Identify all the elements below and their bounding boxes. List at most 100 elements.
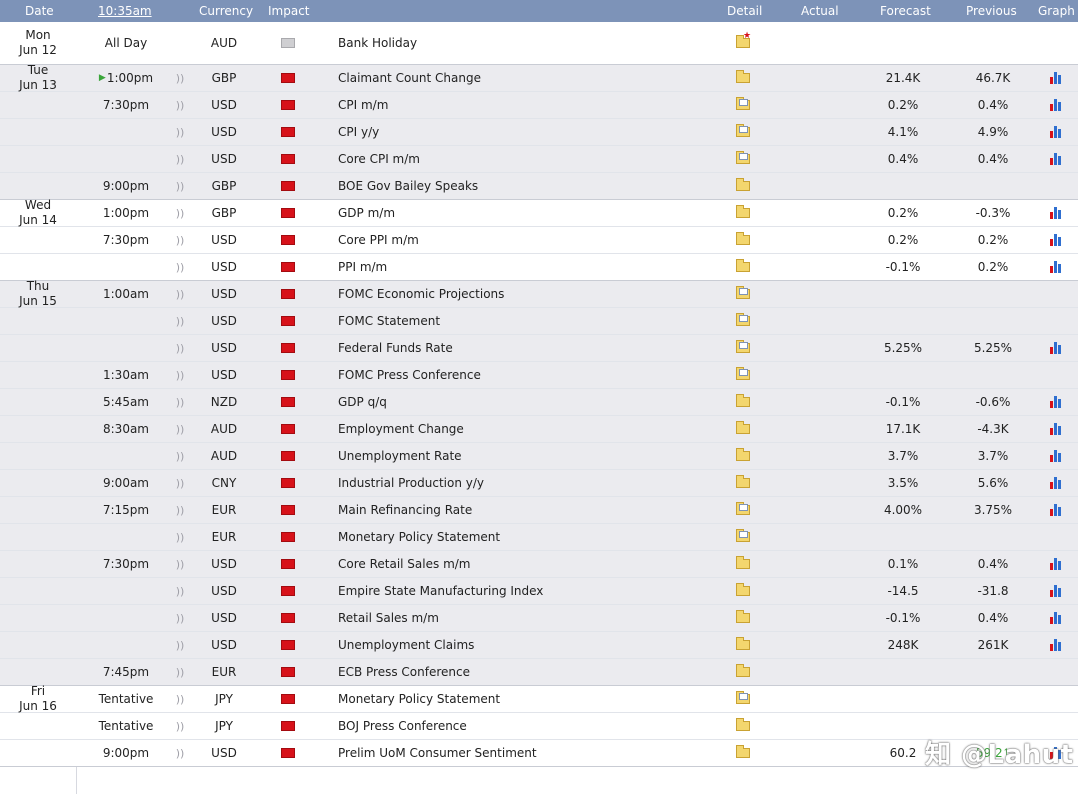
detail-folder-icon[interactable] — [736, 178, 750, 191]
detail-cell[interactable] — [728, 632, 758, 658]
detail-cell[interactable] — [728, 551, 758, 577]
event-cell[interactable]: Unemployment Claims — [338, 632, 718, 658]
bar-graph-icon[interactable] — [1049, 585, 1061, 597]
bar-graph-icon[interactable] — [1049, 423, 1061, 435]
detail-cell[interactable] — [728, 92, 758, 118]
detail-cell[interactable] — [728, 524, 758, 550]
event-cell[interactable]: BOJ Press Conference — [338, 713, 718, 739]
calendar-row[interactable]: )) USD Unemployment Claims 248K 261K — [0, 632, 1078, 659]
calendar-row[interactable]: 8:30am)) AUD Employment Change 17.1K -4.3K — [0, 416, 1078, 443]
graph-cell[interactable] — [1040, 443, 1070, 469]
event-cell[interactable]: Employment Change — [338, 416, 718, 442]
detail-cell[interactable] — [728, 22, 758, 64]
detail-folder-icon[interactable] — [736, 421, 750, 434]
calendar-row[interactable]: )) AUD Unemployment Rate 3.7% 3.7% — [0, 443, 1078, 470]
graph-cell[interactable] — [1040, 470, 1070, 496]
event-cell[interactable]: Core CPI m/m — [338, 146, 718, 172]
event-cell[interactable]: GDP q/q — [338, 389, 718, 415]
detail-folder-icon[interactable] — [736, 448, 750, 461]
detail-folder-icon[interactable] — [736, 664, 750, 677]
detail-folder-doc-icon[interactable] — [736, 313, 750, 326]
event-cell[interactable]: Monetary Policy Statement — [338, 524, 718, 550]
alert-sound-icon[interactable]: )) — [176, 234, 185, 247]
graph-cell[interactable] — [1040, 227, 1070, 253]
graph-cell[interactable] — [1040, 551, 1070, 577]
calendar-row[interactable]: 9:00pm)) GBP BOE Gov Bailey Speaks — [0, 173, 1078, 200]
graph-cell[interactable] — [1040, 362, 1070, 388]
alert-sound-icon[interactable]: )) — [176, 450, 185, 463]
detail-folder-icon[interactable] — [736, 745, 750, 758]
alert-sound-icon[interactable]: )) — [176, 315, 185, 328]
alert-sound-icon[interactable]: )) — [176, 558, 185, 571]
detail-folder-doc-icon[interactable] — [736, 529, 750, 542]
calendar-row[interactable]: )) USD Empire State Manufacturing Index -14… — [0, 578, 1078, 605]
detail-cell[interactable] — [728, 605, 758, 631]
event-cell[interactable]: PPI m/m — [338, 254, 718, 280]
calendar-row[interactable]: )) USD Retail Sales m/m -0.1% 0.4% — [0, 605, 1078, 632]
alert-sound-icon[interactable]: )) — [176, 531, 185, 544]
calendar-row[interactable]: 9:00am)) CNY Industrial Production y/y 3.5%… — [0, 470, 1078, 497]
event-cell[interactable]: Industrial Production y/y — [338, 470, 718, 496]
bar-graph-icon[interactable] — [1049, 477, 1061, 489]
graph-cell[interactable] — [1040, 200, 1070, 226]
detail-cell[interactable] — [728, 389, 758, 415]
detail-cell[interactable] — [728, 443, 758, 469]
detail-folder-icon[interactable] — [736, 637, 750, 650]
graph-cell[interactable] — [1040, 497, 1070, 523]
graph-cell[interactable] — [1040, 281, 1070, 307]
calendar-row[interactable]: 7:30pm)) USD Core PPI m/m 0.2% 0.2% — [0, 227, 1078, 254]
detail-folder-icon[interactable] — [736, 475, 750, 488]
detail-cell[interactable] — [728, 578, 758, 604]
calendar-row[interactable]: )) USD FOMC Statement — [0, 308, 1078, 335]
bar-graph-icon[interactable] — [1049, 153, 1061, 165]
graph-cell[interactable] — [1040, 605, 1070, 631]
detail-folder-icon[interactable] — [736, 205, 750, 218]
alert-sound-icon[interactable]: )) — [176, 720, 185, 733]
alert-sound-icon[interactable]: )) — [176, 342, 185, 355]
graph-cell[interactable] — [1040, 524, 1070, 550]
event-cell[interactable]: FOMC Statement — [338, 308, 718, 334]
event-cell[interactable]: Claimant Count Change — [338, 65, 718, 91]
graph-cell[interactable] — [1040, 335, 1070, 361]
detail-folder-star-icon[interactable] — [736, 31, 751, 48]
alert-sound-icon[interactable]: )) — [176, 126, 185, 139]
bar-graph-icon[interactable] — [1049, 99, 1061, 111]
alert-sound-icon[interactable]: )) — [176, 207, 185, 220]
alert-sound-icon[interactable]: )) — [176, 99, 185, 112]
alert-sound-icon[interactable]: )) — [176, 666, 185, 679]
bar-graph-icon[interactable] — [1049, 450, 1061, 462]
graph-cell[interactable] — [1040, 686, 1070, 712]
graph-cell[interactable] — [1040, 65, 1070, 91]
detail-cell[interactable] — [728, 227, 758, 253]
detail-folder-doc-icon[interactable] — [736, 691, 750, 704]
detail-cell[interactable] — [728, 254, 758, 280]
detail-folder-icon[interactable] — [736, 70, 750, 83]
detail-folder-doc-icon[interactable] — [736, 367, 750, 380]
alert-sound-icon[interactable]: )) — [176, 477, 185, 490]
event-cell[interactable]: Empire State Manufacturing Index — [338, 578, 718, 604]
event-cell[interactable]: CPI y/y — [338, 119, 718, 145]
alert-sound-icon[interactable]: )) — [176, 693, 185, 706]
detail-cell[interactable] — [728, 470, 758, 496]
graph-cell[interactable] — [1040, 119, 1070, 145]
alert-sound-icon[interactable]: )) — [176, 585, 185, 598]
header-current-time[interactable]: 10:35am — [98, 0, 152, 22]
detail-cell[interactable] — [728, 659, 758, 685]
bar-graph-icon[interactable] — [1049, 261, 1061, 273]
detail-cell[interactable] — [728, 65, 758, 91]
detail-folder-doc-icon[interactable] — [736, 286, 750, 299]
calendar-row[interactable]: )) USD Federal Funds Rate 5.25% 5.25% — [0, 335, 1078, 362]
alert-sound-icon[interactable]: )) — [176, 396, 185, 409]
event-cell[interactable]: Monetary Policy Statement — [338, 686, 718, 712]
graph-cell[interactable] — [1040, 659, 1070, 685]
detail-folder-doc-icon[interactable] — [736, 502, 750, 515]
bar-graph-icon[interactable] — [1049, 126, 1061, 138]
event-cell[interactable]: FOMC Economic Projections — [338, 281, 718, 307]
graph-cell[interactable] — [1040, 22, 1070, 64]
graph-cell[interactable] — [1040, 173, 1070, 199]
calendar-row[interactable]: Thu Jun 15 1:00am)) USD FOMC Economic Projec… — [0, 279, 1078, 308]
alert-sound-icon[interactable]: )) — [176, 504, 185, 517]
detail-folder-doc-icon[interactable] — [736, 340, 750, 353]
detail-cell[interactable] — [728, 173, 758, 199]
calendar-row[interactable]: 7:15pm)) EUR Main Refinancing Rate 4.00% 3.7… — [0, 497, 1078, 524]
